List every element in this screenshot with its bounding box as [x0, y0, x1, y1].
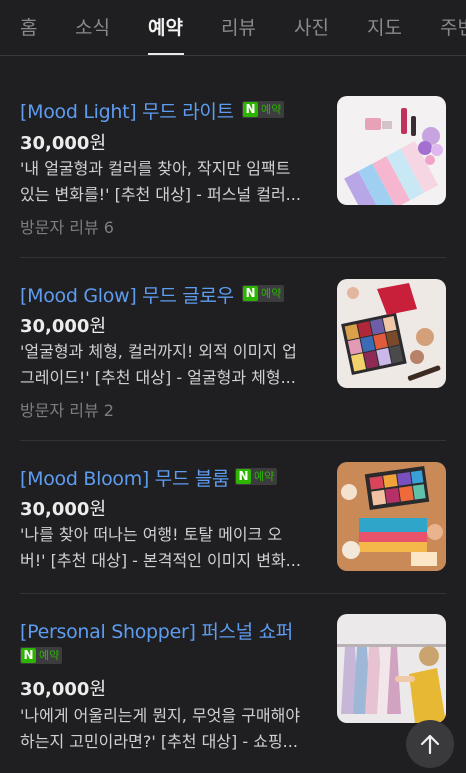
- naver-n-icon: N: [236, 469, 251, 484]
- tab-map[interactable]: 지도: [367, 13, 402, 40]
- naver-reservation-badge: N 예약: [20, 647, 63, 664]
- tab-reservation[interactable]: 예약: [148, 13, 183, 40]
- item-price: 30,000원: [20, 133, 107, 154]
- naver-n-icon: N: [21, 648, 36, 663]
- naver-n-icon: N: [243, 102, 258, 117]
- item-price: 30,000원: [20, 679, 107, 700]
- item-description: '나에게 어울리는게 뭔지, 무엇을 구매해야 하는지 고민이라면?' [추천 …: [20, 706, 301, 751]
- visitor-review-count[interactable]: 방문자 리뷰 6: [20, 214, 114, 238]
- makeup-swatches-photo-thumbnail[interactable]: [337, 462, 446, 571]
- tab-news[interactable]: 소식: [75, 13, 110, 40]
- naver-reservation-badge: N 예약: [242, 285, 285, 302]
- item-divider: [20, 257, 446, 258]
- item-description: '얼굴형과 체형, 컬러까지! 외적 이미지 업 그레이드!' [추천 대상] …: [20, 342, 297, 387]
- tab-photos[interactable]: 사진: [294, 13, 329, 40]
- item-title-link[interactable]: [Mood Light] 무드 라이트: [20, 97, 234, 124]
- tab-nearby[interactable]: 주변: [440, 13, 466, 40]
- arrow-up-icon: [420, 734, 440, 755]
- item-title-link[interactable]: [Mood Glow] 무드 글로우: [20, 281, 234, 308]
- tab-bar: 홈 소식 예약 리뷰 사진 지도 주변: [0, 0, 466, 56]
- active-tab-indicator: [148, 53, 184, 55]
- naver-n-icon: N: [243, 286, 258, 301]
- tab-home[interactable]: 홈: [20, 13, 37, 40]
- naver-reservation-badge: N 예약: [242, 101, 285, 118]
- makeup-palette-photo-thumbnail[interactable]: [337, 279, 446, 388]
- item-title-link[interactable]: [Personal Shopper] 퍼스널 쇼퍼: [20, 617, 293, 644]
- item-title-link[interactable]: [Mood Bloom] 무드 블룸: [20, 464, 230, 491]
- clothing-rack-photo-thumbnail[interactable]: [337, 614, 446, 723]
- scroll-to-top-button[interactable]: [406, 720, 454, 768]
- item-divider: [20, 593, 446, 594]
- naver-reservation-badge: N 예약: [235, 468, 278, 485]
- item-price: 30,000원: [20, 499, 107, 520]
- tab-reviews[interactable]: 리뷰: [221, 13, 256, 40]
- item-price: 30,000원: [20, 316, 107, 337]
- visitor-review-count[interactable]: 방문자 리뷰 2: [20, 397, 114, 421]
- item-divider: [20, 440, 446, 441]
- item-description: '내 얼굴형과 컬러를 찾아, 작지만 임팩트 있는 변화를!' [추천 대상]…: [20, 159, 301, 204]
- item-description: '나를 찾아 떠나는 여행! 토탈 메이크 오 버!' [추천 대상] - 본격…: [20, 525, 301, 570]
- cosmetics-photo-thumbnail[interactable]: [337, 96, 446, 205]
